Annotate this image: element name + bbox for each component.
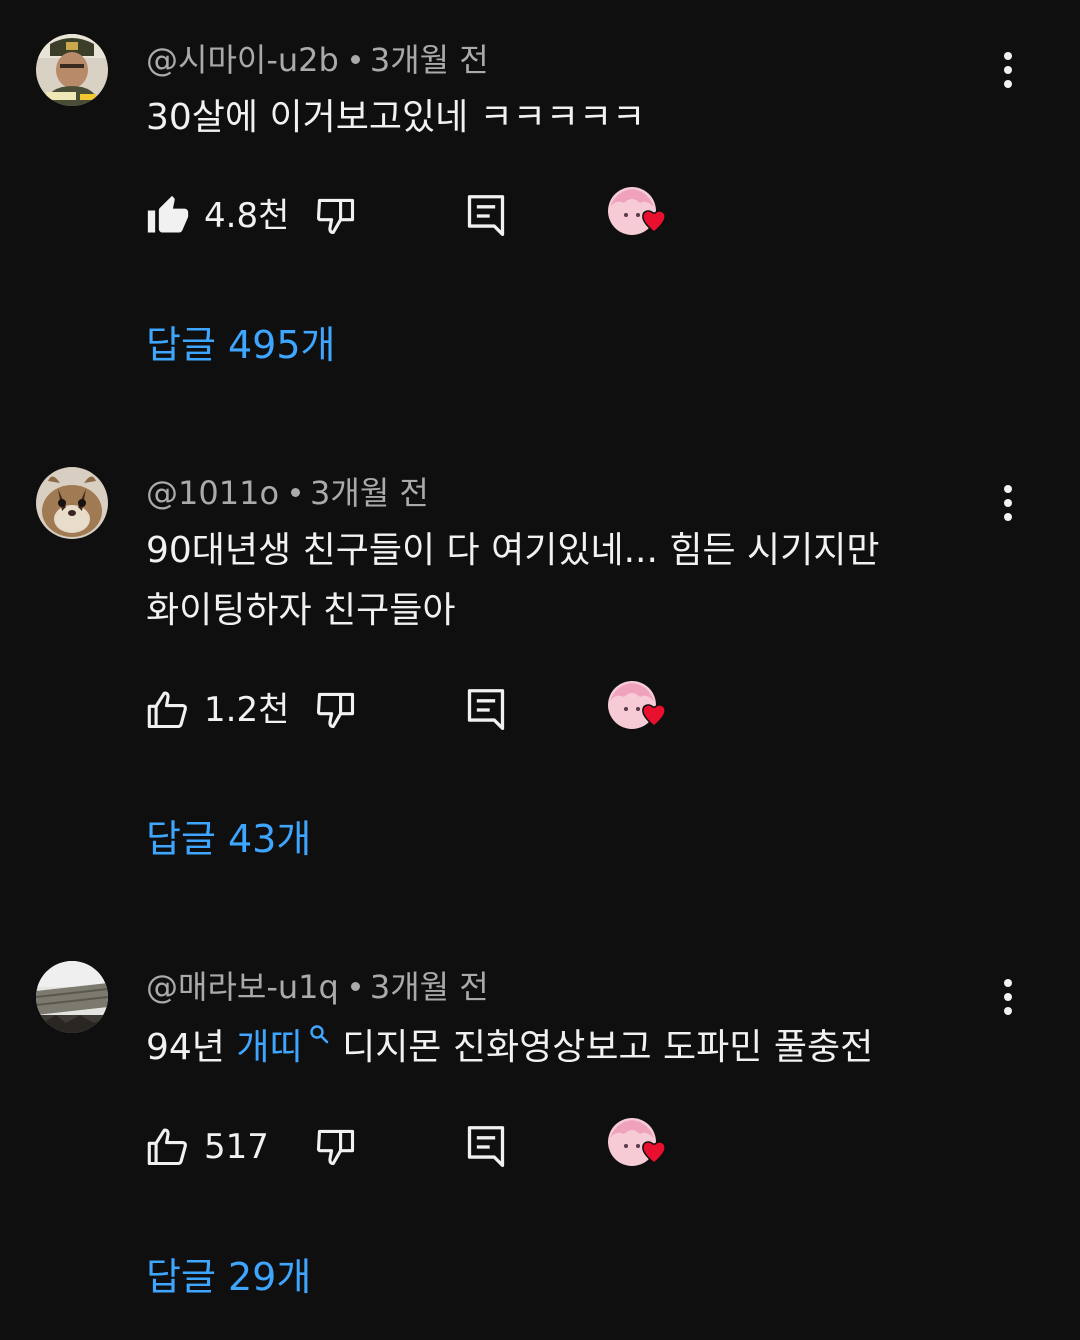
view-replies-button[interactable]: 답글 495개 [146,320,336,370]
creator-heart [606,680,672,740]
author-name[interactable]: @1011o [146,474,279,512]
comment-text: 30살에 이거보고있네 ㅋㅋㅋㅋㅋ [146,88,1026,148]
dislike-icon [316,1129,355,1166]
author-name[interactable]: @시마이-u2b [146,41,339,79]
avatar-image [36,34,108,106]
like-count: 4.8천 [204,196,290,236]
like-count: 1.2천 [204,690,290,730]
dislike-button[interactable] [314,186,358,246]
separator-dot [350,981,360,991]
comment-text: 90대년생 친구들이 다 여기있네... 힘든 시기지만 화이팅하자 친구들아 [146,521,1026,641]
reply-icon [467,689,505,730]
comment-time: 3개월 전 [369,968,489,1006]
comment-actions: 4.8천 [0,186,1080,246]
comment-meta: @시마이-u2b 3개월 전 [146,40,489,80]
reply-icon [467,1126,505,1167]
creator-heart-icon [608,681,666,729]
dislike-button[interactable] [314,1117,358,1177]
comment-text: 94년 개띠 디지몬 진화영상보고 도파민 풀충전 [146,1018,1026,1078]
author-avatar[interactable] [36,961,108,1033]
avatar-image [36,961,108,1033]
comment-text-after: 디지몬 진화영상보고 도파민 풀충전 [330,1027,874,1068]
comment-time: 3개월 전 [310,474,429,512]
author-avatar[interactable] [36,467,108,539]
dislike-icon [316,692,355,729]
comment-text-line-1: 90대년생 친구들이 다 여기있네... 힘든 시기지만 [146,530,880,571]
hashtag-label: 개띠 [236,1027,303,1068]
like-count: 517 [204,1127,269,1167]
comment-text-before: 94년 [146,1027,237,1068]
dislike-button[interactable] [314,680,358,740]
like-button[interactable]: 4.8천 [146,186,289,246]
view-replies-button[interactable]: 답글 43개 [146,814,311,864]
like-icon [147,691,187,729]
reply-icon [467,195,505,236]
comment-meta: @매라보-u1q 3개월 전 [146,967,489,1007]
avatar-image [36,467,108,539]
creator-heart [606,1117,672,1177]
like-button[interactable]: 1.2천 [146,680,289,740]
more-options-icon[interactable] [990,973,1026,1021]
author-name[interactable]: @매라보-u1q [146,968,339,1006]
reply-button[interactable] [464,1117,508,1177]
hashtag-link[interactable]: 개띠 [236,1025,330,1068]
separator-dot [350,54,360,64]
author-avatar[interactable] [36,34,108,106]
search-icon [309,1025,328,1044]
reply-button[interactable] [464,680,508,740]
creator-heart-icon [608,187,666,235]
dislike-icon [316,198,355,235]
reply-button[interactable] [464,186,508,246]
view-replies-button[interactable]: 답글 29개 [146,1252,311,1302]
comment-meta: @1011o 3개월 전 [146,473,429,513]
creator-heart [606,186,672,246]
more-options-icon[interactable] [990,46,1026,94]
more-options-icon[interactable] [990,479,1026,527]
comment-time: 3개월 전 [369,41,489,79]
like-icon [147,195,189,233]
comment-actions: 517 [0,1117,1080,1177]
comment-text-content: 30살에 이거보고있네 ㅋㅋㅋㅋㅋ [146,97,646,138]
comment-actions: 1.2천 [0,680,1080,740]
like-button[interactable]: 517 [146,1117,269,1177]
comment-text-line-2: 화이팅하자 친구들아 [146,590,456,631]
like-icon [147,1128,187,1166]
creator-heart-icon [608,1118,666,1166]
separator-dot [291,487,301,497]
